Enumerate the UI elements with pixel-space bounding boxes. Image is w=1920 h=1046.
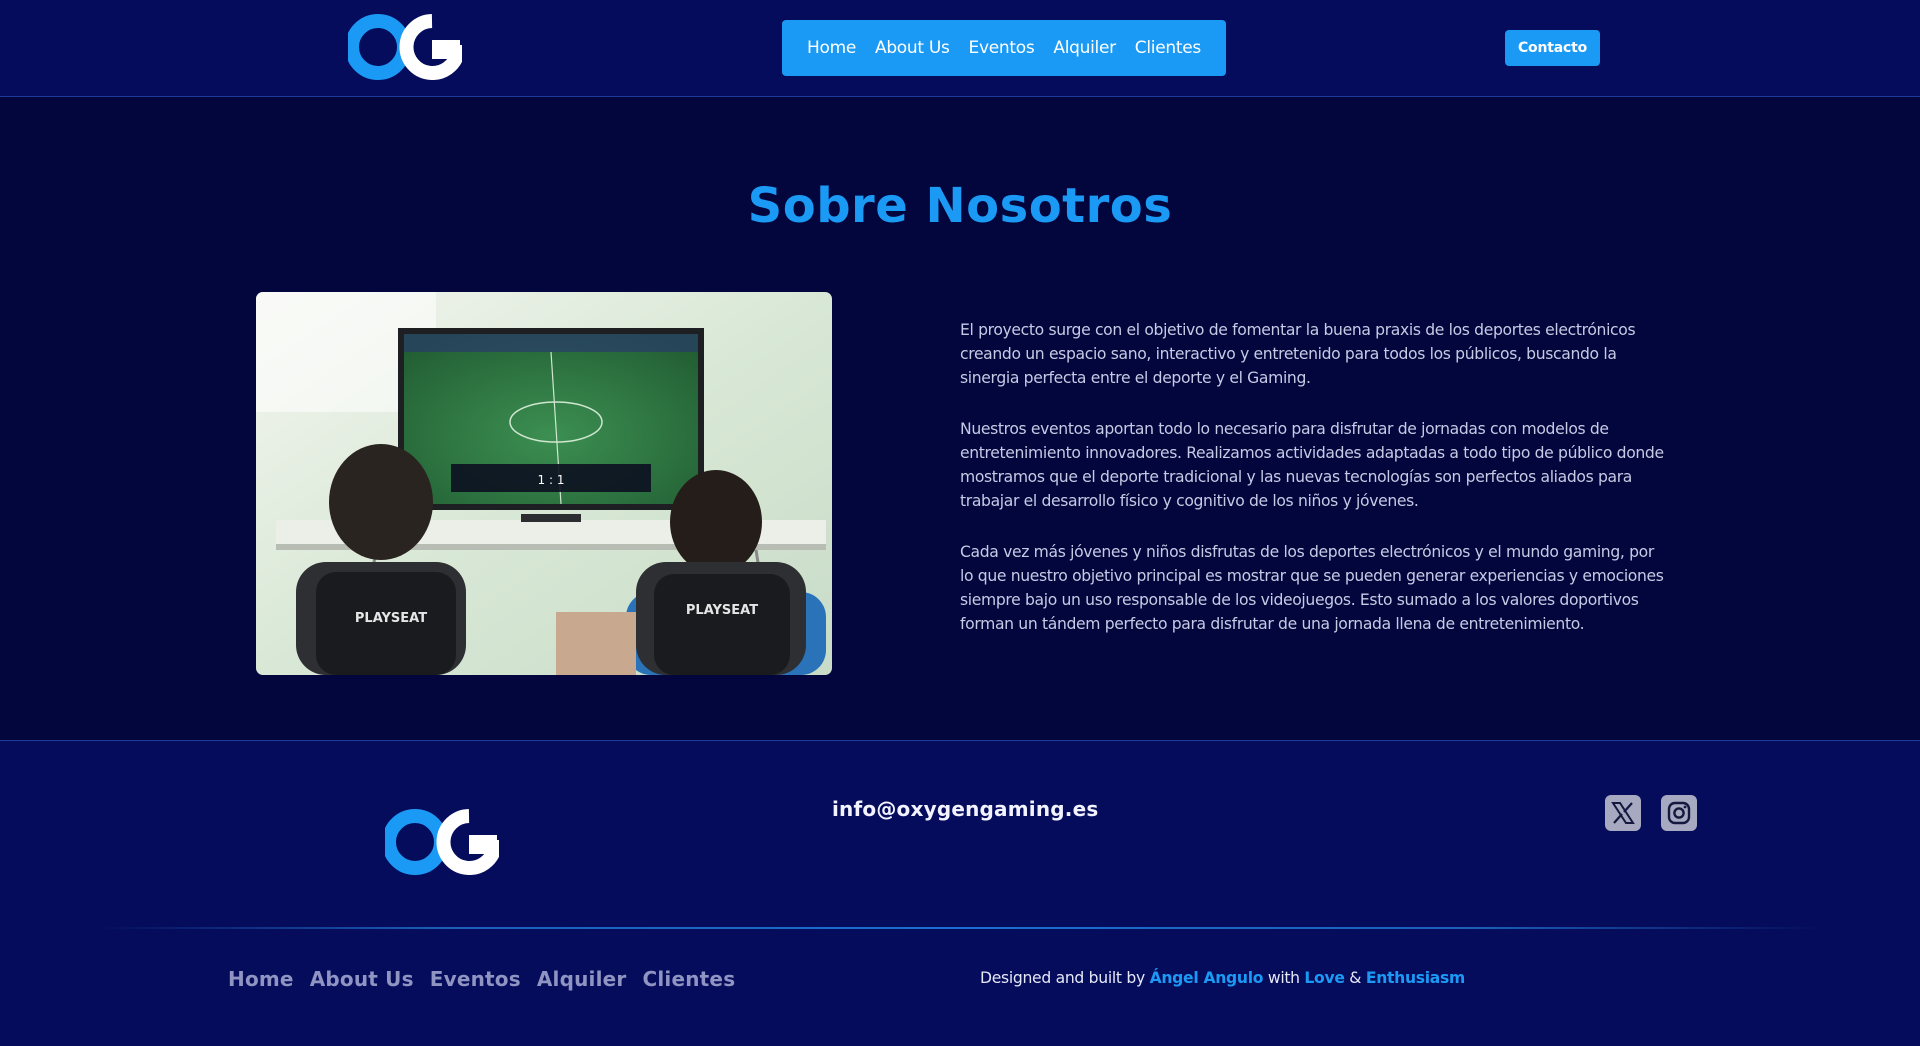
credits: Designed and built by Ángel Angulo with … (980, 969, 1465, 987)
footer-nav-eventos[interactable]: Eventos (430, 967, 521, 991)
about-paragraph: El proyecto surge con el objetivo de fom… (960, 321, 1636, 387)
about-section: Sobre Nosotros 1: 1 PLAYSEAT PLAYSEAT E… (0, 98, 1920, 740)
about-paragraph: Cada vez más jóvenes y niños disfrutas d… (960, 543, 1664, 633)
about-paragraph: Nuestros eventos aportan todo lo necesar… (960, 420, 1664, 510)
site-header: Home About Us Eventos Alquiler Clientes … (0, 0, 1920, 97)
gaming-photo: 1 : 1 PLAYSEAT PLAYSEAT (256, 292, 832, 675)
nav-home[interactable]: Home (807, 38, 856, 58)
og-logo[interactable] (382, 809, 504, 875)
nav-eventos[interactable]: Eventos (969, 38, 1035, 58)
main-nav: Home About Us Eventos Alquiler Clientes (782, 20, 1226, 76)
credits-author[interactable]: Ángel Angulo (1150, 969, 1264, 987)
credits-enthusiasm: Enthusiasm (1365, 969, 1465, 987)
contact-button[interactable]: Contacto (1505, 30, 1600, 66)
about-text: El proyecto surge con el objetivo de fom… (960, 318, 1665, 663)
instagram-icon[interactable] (1661, 795, 1697, 831)
svg-text:PLAYSEAT: PLAYSEAT (355, 611, 427, 626)
nav-clientes[interactable]: Clientes (1135, 38, 1201, 58)
footer-nav: Home About Us Eventos Alquiler Clientes (228, 967, 735, 991)
credits-love: Love (1304, 969, 1345, 987)
x-icon[interactable] (1605, 795, 1641, 831)
contact-email[interactable]: info@oxygengaming.es (832, 797, 1098, 821)
credits-with: with (1267, 969, 1300, 987)
og-logo[interactable] (345, 14, 467, 80)
svg-text:PLAYSEAT: PLAYSEAT (686, 603, 758, 618)
credits-amp: & (1349, 969, 1362, 987)
footer-nav-home[interactable]: Home (228, 967, 294, 991)
svg-text:1 : 1: 1 : 1 (538, 473, 565, 487)
footer-nav-about-us[interactable]: About Us (310, 967, 414, 991)
nav-about-us[interactable]: About Us (875, 38, 950, 58)
page-title: Sobre Nosotros (747, 178, 1173, 234)
footer-nav-alquiler[interactable]: Alquiler (537, 967, 627, 991)
nav-alquiler[interactable]: Alquiler (1053, 38, 1116, 58)
footer-nav-clientes[interactable]: Clientes (642, 967, 735, 991)
site-footer: info@oxygengaming.es Home About Us Event… (0, 740, 1920, 1046)
footer-divider (100, 927, 1820, 929)
credits-prefix: Designed and built by (980, 969, 1145, 987)
